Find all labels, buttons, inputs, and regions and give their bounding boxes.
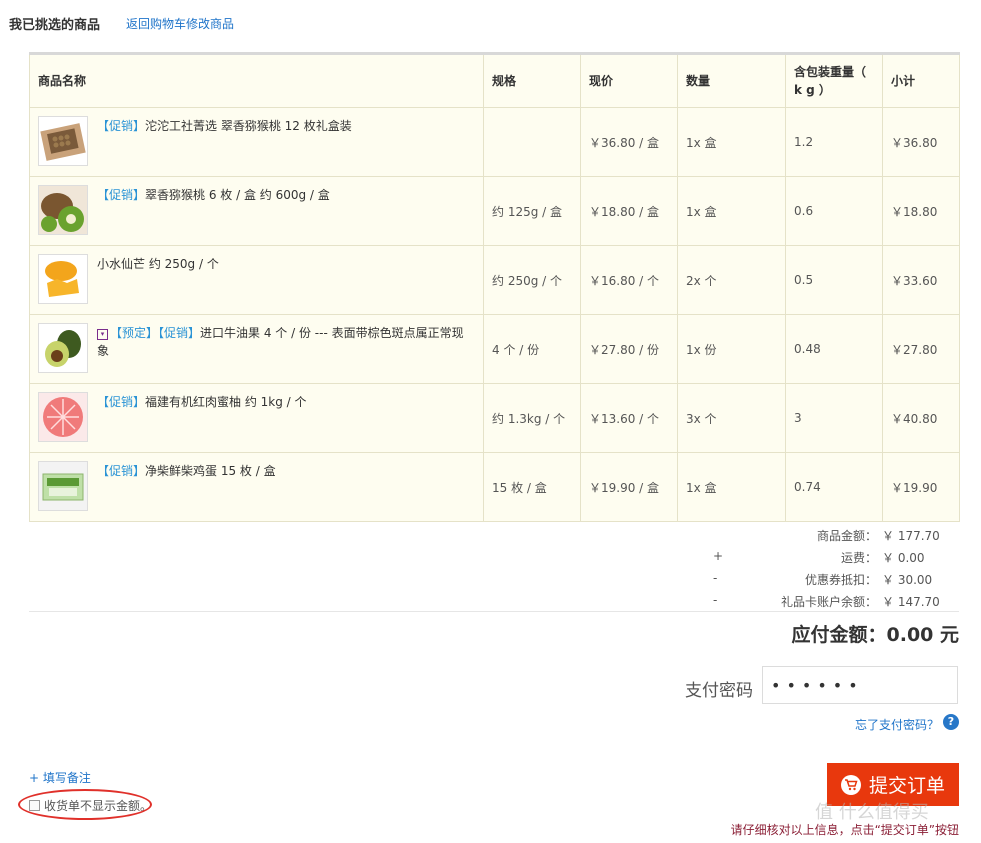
promo-tag[interactable]: 【促销】	[158, 326, 200, 340]
product-cell: 【促销】沱沱工社菁选 翠香猕猴桃 12 枚礼盒装	[29, 107, 484, 177]
table-header-row: 商品名称 规格 现价 数量 含包装重量（ k g ） 小计	[29, 53, 960, 108]
spec-cell	[483, 107, 581, 177]
weight-cell: 0.74	[785, 452, 883, 522]
subtotal-cell: ￥40.80	[882, 383, 960, 453]
payment-password-input[interactable]	[762, 666, 958, 704]
weight-cell: 3	[785, 383, 883, 453]
quantity-cell: 2x 个	[677, 245, 786, 315]
product-name[interactable]: 净柴鲜柴鸡蛋 15 枚 / 盒	[145, 464, 276, 478]
product-name[interactable]: 沱沱工社菁选 翠香猕猴桃 12 枚礼盒装	[145, 119, 352, 133]
quantity-cell: 1x 份	[677, 314, 786, 384]
product-name[interactable]: 福建有机红肉蜜柚 约 1kg / 个	[145, 395, 307, 409]
summary-value: ￥ 30.00	[882, 573, 933, 587]
promo-tag[interactable]: 【促销】	[97, 119, 145, 133]
table-row: 【促销】福建有机红肉蜜柚 约 1kg / 个约 1.3kg / 个 ￥13.60 …	[29, 383, 960, 453]
submit-order-button[interactable]: 提交订单	[827, 763, 959, 806]
promo-tag[interactable]: 【促销】	[97, 188, 145, 202]
product-name[interactable]: 小水仙芒 约 250g / 个	[97, 257, 219, 271]
col-weight: 含包装重量（ k g ）	[785, 53, 883, 108]
weight-cell: 0.5	[785, 245, 883, 315]
spec-cell: 约 1.3kg / 个	[483, 383, 581, 453]
promo-tag[interactable]: 【预定】	[110, 326, 158, 340]
spec-cell: 约 250g / 个	[483, 245, 581, 315]
quantity-cell: 3x 个	[677, 383, 786, 453]
presale-icon[interactable]: ▾	[97, 329, 108, 340]
table-row: 小水仙芒 约 250g / 个 约 250g / 个 ￥16.80 / 个 2x 个0…	[29, 245, 960, 315]
quantity-cell: 1x 盒	[677, 107, 786, 177]
hide-amount-checkbox[interactable]	[29, 800, 40, 811]
col-spec: 规格	[483, 53, 581, 108]
col-price: 现价	[580, 53, 678, 108]
quantity-cell: 1x 盒	[677, 452, 786, 522]
product-thumbnail[interactable]	[38, 323, 88, 373]
price-cell: ￥13.60 / 个	[580, 383, 678, 453]
weight-cell: 0.6	[785, 176, 883, 246]
product-cell: ▾ 【预定】【促销】进口牛油果 4 个 / 份 --- 表面带棕色斑点属正常现象	[29, 314, 484, 384]
payment-password-label: 支付密码	[685, 681, 753, 701]
page-title: 我已挑选的商品	[9, 18, 101, 33]
product-cell: 【促销】净柴鲜柴鸡蛋 15 枚 / 盒	[29, 452, 484, 522]
promo-tag[interactable]: 【促销】	[97, 464, 145, 478]
cart-table: 商品名称 规格 现价 数量 含包装重量（ k g ） 小计 【促销】沱沱工社菁选…	[29, 52, 960, 522]
help-icon[interactable]: ?	[943, 714, 959, 730]
summary-label: 礼品卡账户余额：	[780, 595, 877, 609]
hide-amount-label: 收货单不显示金额。	[44, 799, 153, 813]
summary-value: ￥ 147.70	[882, 595, 940, 609]
table-row: 【促销】净柴鲜柴鸡蛋 15 枚 / 盒 15 枚 / 盒 ￥19.90 / 盒 1x …	[29, 452, 960, 522]
price-cell: ￥19.90 / 盒	[580, 452, 678, 522]
weight-cell: 1.2	[785, 107, 883, 177]
forgot-password-link[interactable]: 忘了支付密码？	[855, 716, 939, 733]
price-cell: ￥18.80 / 盒	[580, 176, 678, 246]
col-subtotal: 小计	[882, 53, 960, 108]
product-thumbnail[interactable]	[38, 116, 88, 166]
product-thumbnail[interactable]	[38, 254, 88, 304]
subtotal-cell: ￥33.60	[882, 245, 960, 315]
product-name[interactable]: 翠香猕猴桃 6 枚 / 盒 约 600g / 盒	[145, 188, 330, 202]
product-cell: 【促销】福建有机红肉蜜柚 约 1kg / 个	[29, 383, 484, 453]
summary-label: 运费：	[840, 551, 877, 565]
promo-tag[interactable]: 【促销】	[97, 395, 145, 409]
product-thumbnail[interactable]	[38, 392, 88, 442]
price-cell: ￥27.80 / 份	[580, 314, 678, 384]
hide-amount-option[interactable]: 收货单不显示金额。	[29, 797, 152, 814]
product-cell: 【促销】翠香猕猴桃 6 枚 / 盒 约 600g / 盒	[29, 176, 484, 246]
table-row: 【促销】沱沱工社菁选 翠香猕猴桃 12 枚礼盒装 ￥36.80 / 盒 1x 盒 1.…	[29, 107, 960, 177]
subtotal-cell: ￥27.80	[882, 314, 960, 384]
subtotal-cell: ￥36.80	[882, 107, 960, 177]
payable-amount: 应付金额：0.00 元	[791, 624, 960, 646]
product-thumbnail[interactable]	[38, 185, 88, 235]
col-product-name: 商品名称	[29, 53, 484, 108]
cart-icon	[840, 774, 861, 795]
spec-cell: 15 枚 / 盒	[483, 452, 581, 522]
product-cell: 小水仙芒 约 250g / 个	[29, 245, 484, 315]
product-thumbnail[interactable]	[38, 461, 88, 511]
summary-sign: -	[713, 593, 718, 607]
summary-label: 优惠券抵扣：	[804, 573, 877, 587]
summary-label: 商品金额：	[816, 529, 877, 543]
summary-value: ￥ 177.70	[882, 529, 940, 543]
back-to-cart-link[interactable]: 返回购物车修改商品	[126, 15, 234, 32]
spec-cell: 4 个 / 份	[483, 314, 581, 384]
subtotal-cell: ￥18.80	[882, 176, 960, 246]
summary-sign: -	[713, 571, 718, 585]
price-cell: ￥16.80 / 个	[580, 245, 678, 315]
summary-sign: +	[713, 549, 724, 563]
col-quantity: 数量	[677, 53, 786, 108]
submit-order-label: 提交订单	[868, 775, 945, 797]
summary-value: ￥ 0.00	[882, 551, 925, 565]
subtotal-cell: ￥19.90	[882, 452, 960, 522]
table-row: ▾ 【预定】【促销】进口牛油果 4 个 / 份 --- 表面带棕色斑点属正常现象 4…	[29, 314, 960, 384]
add-note-link[interactable]: + 填写备注	[29, 769, 91, 786]
price-cell: ￥36.80 / 盒	[580, 107, 678, 177]
weight-cell: 0.48	[785, 314, 883, 384]
summary-divider	[29, 611, 959, 612]
quantity-cell: 1x 盒	[677, 176, 786, 246]
confirm-tip: 请仔细核对以上信息，点击“提交订单”按钮	[730, 823, 959, 837]
table-row: 【促销】翠香猕猴桃 6 枚 / 盒 约 600g / 盒约 125g / 盒 ￥1…	[29, 176, 960, 246]
spec-cell: 约 125g / 盒	[483, 176, 581, 246]
